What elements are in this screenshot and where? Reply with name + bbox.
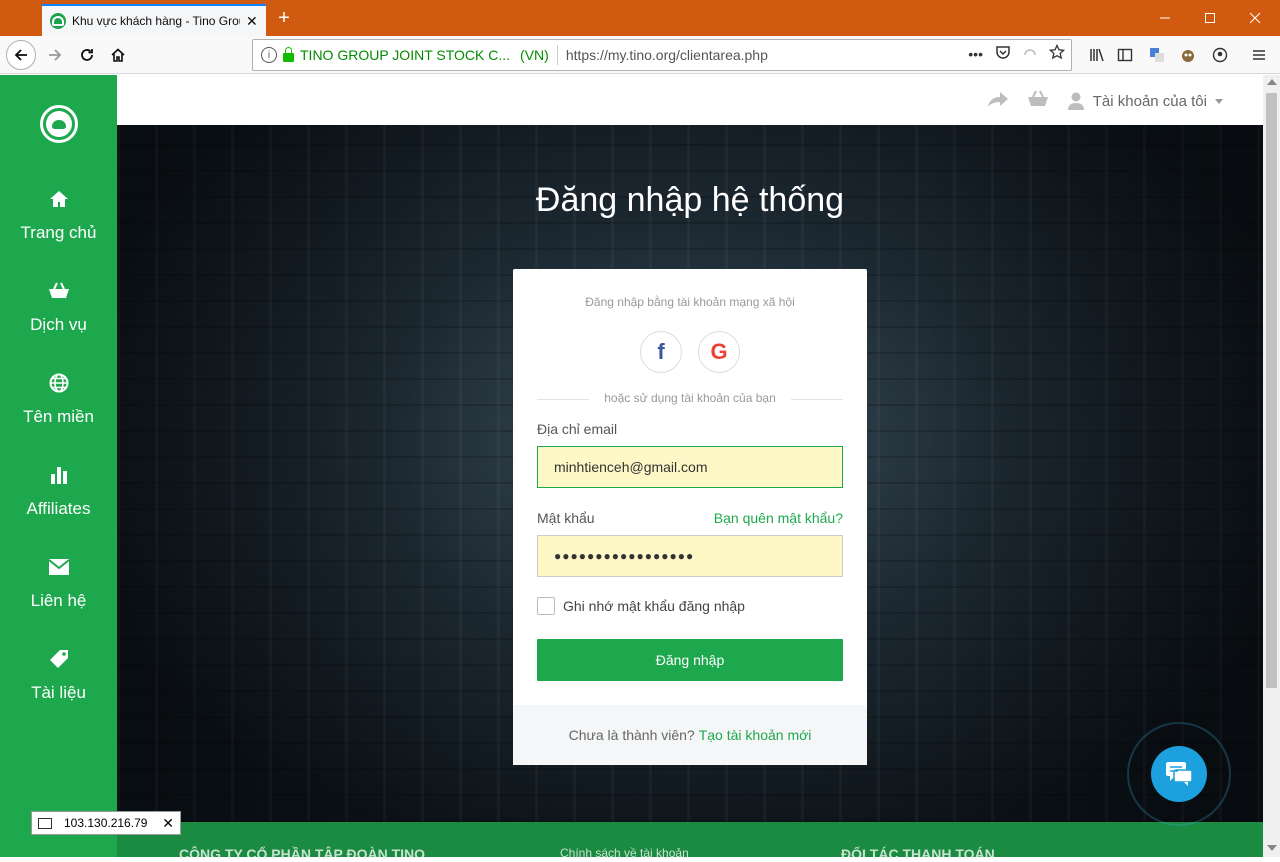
browser-nav-bar: i TINO GROUP JOINT STOCK C... (VN) https… [0, 36, 1280, 74]
bookmark-star-icon[interactable] [1048, 43, 1066, 63]
chat-bubble-icon [1166, 762, 1193, 786]
register-link[interactable]: Tạo tài khoản mới [699, 727, 812, 743]
register-footer: Chưa là thành viên? Tạo tài khoản mới [513, 705, 867, 765]
tab-title: Khu vực khách hàng - Tino Group [72, 14, 240, 28]
scroll-up-icon[interactable] [1267, 79, 1277, 85]
login-button[interactable]: Đăng nhập [537, 639, 843, 681]
translate-extension-icon[interactable] [1146, 44, 1168, 66]
page-scrollbar[interactable] [1263, 75, 1280, 857]
remember-me[interactable]: Ghi nhớ mật khẩu đăng nhập [537, 597, 745, 615]
browser-tab-active[interactable]: Khu vực khách hàng - Tino Group ✕ [42, 4, 266, 36]
browser-tab-bar: Khu vực khách hàng - Tino Group ✕ + [0, 0, 1280, 36]
login-card: Đăng nhập bằng tài khoản mạng xã hội f G… [513, 269, 867, 765]
account-label: Tài khoản của tôi [1092, 92, 1207, 110]
url-actions: ••• [968, 43, 1066, 63]
social-login-title: Đăng nhập bằng tài khoản mạng xã hội [585, 295, 795, 309]
ip-address: 103.130.216.79 [64, 816, 148, 830]
info-icon[interactable]: i [261, 47, 277, 63]
library-icon[interactable] [1086, 44, 1108, 66]
bar-chart-icon [49, 461, 69, 489]
sidebar-item-affiliates[interactable]: Affiliates [0, 461, 117, 541]
share-arrow-icon[interactable] [987, 90, 1009, 112]
maximize-window-icon[interactable] [1195, 6, 1225, 30]
sidebar-item-domains[interactable]: Tên miền [0, 369, 117, 449]
back-arrow-icon[interactable] [6, 40, 36, 70]
sidebar-item-label: Trang chủ [20, 223, 97, 242]
page-title: Đăng nhập hệ thống [535, 181, 845, 219]
remember-label: Ghi nhớ mật khẩu đăng nhập [563, 598, 745, 614]
divider-text: hoặc sử dụng tài khoản của bạn [604, 391, 776, 405]
close-icon[interactable]: ✕ [162, 815, 174, 832]
globe-icon [49, 369, 69, 397]
site-identity: TINO GROUP JOINT STOCK C... [300, 47, 511, 63]
lock-icon [283, 46, 294, 62]
email-label: Địa chỉ email [537, 421, 618, 437]
network-icon [38, 817, 52, 829]
cart-basket-icon[interactable] [1027, 89, 1049, 113]
site-identity-country: (VN) [520, 47, 549, 63]
user-icon [1067, 92, 1084, 110]
tag-icon [48, 645, 70, 673]
basket-icon [48, 277, 70, 305]
footer-company: CÔNG TY CỔ PHẦN TẬP ĐOÀN TINO [179, 846, 426, 862]
remember-checkbox[interactable] [537, 597, 555, 615]
sidebar-item-label: Dịch vụ [30, 315, 87, 334]
minimize-window-icon[interactable] [1150, 6, 1180, 30]
chevron-down-icon [1215, 98, 1223, 104]
forward-arrow-icon[interactable] [40, 40, 70, 70]
pocket-icon[interactable] [995, 44, 1011, 63]
home-icon [49, 185, 69, 213]
chat-button[interactable] [1151, 746, 1207, 802]
sidebar-item-label: Tên miền [23, 407, 94, 426]
email-field[interactable]: minhtienceh@gmail.com [537, 446, 843, 488]
hamburger-menu-icon[interactable] [1248, 44, 1270, 66]
or-divider: hoặc sử dụng tài khoản của bạn [537, 391, 843, 407]
sidebar-toggle-icon[interactable] [1114, 44, 1136, 66]
login-hero: Đăng nhập hệ thống Đăng nhập bằng tài kh… [117, 125, 1263, 822]
sidebar: Trang chủ Dịch vụ Tên miền Affiliates Li… [0, 75, 117, 857]
footer-partners: ĐỐI TÁC THANH TOÁN [841, 846, 995, 862]
password-label: Mật khẩu [537, 510, 595, 526]
scroll-thumb[interactable] [1266, 93, 1277, 688]
url-bar[interactable]: i TINO GROUP JOINT STOCK C... (VN) https… [252, 39, 1072, 71]
scroll-down-icon[interactable] [1267, 845, 1277, 851]
sidebar-item-home[interactable]: Trang chủ [0, 185, 117, 265]
sidebar-item-contact[interactable]: Liên hệ [0, 553, 117, 633]
not-member-text: Chưa là thành viên? [568, 727, 695, 743]
new-tab-button[interactable]: + [272, 6, 296, 30]
sidebar-item-services[interactable]: Dịch vụ [0, 277, 117, 357]
account-icon[interactable] [1209, 44, 1231, 66]
tab-close-icon[interactable]: ✕ [246, 13, 258, 30]
url-text[interactable]: https://my.tino.org/clientarea.php [566, 47, 768, 63]
sidebar-item-label: Affiliates [26, 499, 91, 518]
google-icon[interactable]: G [698, 331, 740, 373]
close-window-icon[interactable] [1240, 6, 1270, 30]
envelope-icon [47, 553, 70, 581]
page-footer: CÔNG TY CỔ PHẦN TẬP ĐOÀN TINO Chính sách… [117, 822, 1263, 862]
tino-logo-icon[interactable] [40, 105, 78, 143]
sidebar-item-label: Tài liệu [31, 683, 86, 702]
ip-address-badge: 103.130.216.79 ✕ [31, 811, 181, 835]
reload-icon[interactable] [72, 40, 102, 70]
sidebar-item-label: Liên hệ [30, 591, 87, 610]
extension-monster-icon[interactable] [1177, 44, 1199, 66]
account-menu[interactable]: Tài khoản của tôi [1067, 91, 1223, 111]
password-field[interactable]: ●●●●●●●●●●●●●●●●● [537, 535, 843, 577]
home-browser-icon[interactable] [103, 40, 133, 70]
footer-policy[interactable]: Chính sách về tài khoản [560, 846, 689, 860]
url-separator [556, 45, 558, 65]
top-header-actions: Tài khoản của tôi [987, 89, 1223, 113]
tracking-icon[interactable] [1023, 45, 1037, 62]
sidebar-item-docs[interactable]: Tài liệu [0, 645, 117, 725]
facebook-icon[interactable]: f [640, 331, 682, 373]
tino-favicon-icon [50, 13, 66, 29]
top-header: Tài khoản của tôi [117, 75, 1263, 125]
forgot-password-link[interactable]: Bạn quên mật khẩu? [714, 510, 843, 526]
page-actions-menu-icon[interactable]: ••• [968, 46, 983, 62]
